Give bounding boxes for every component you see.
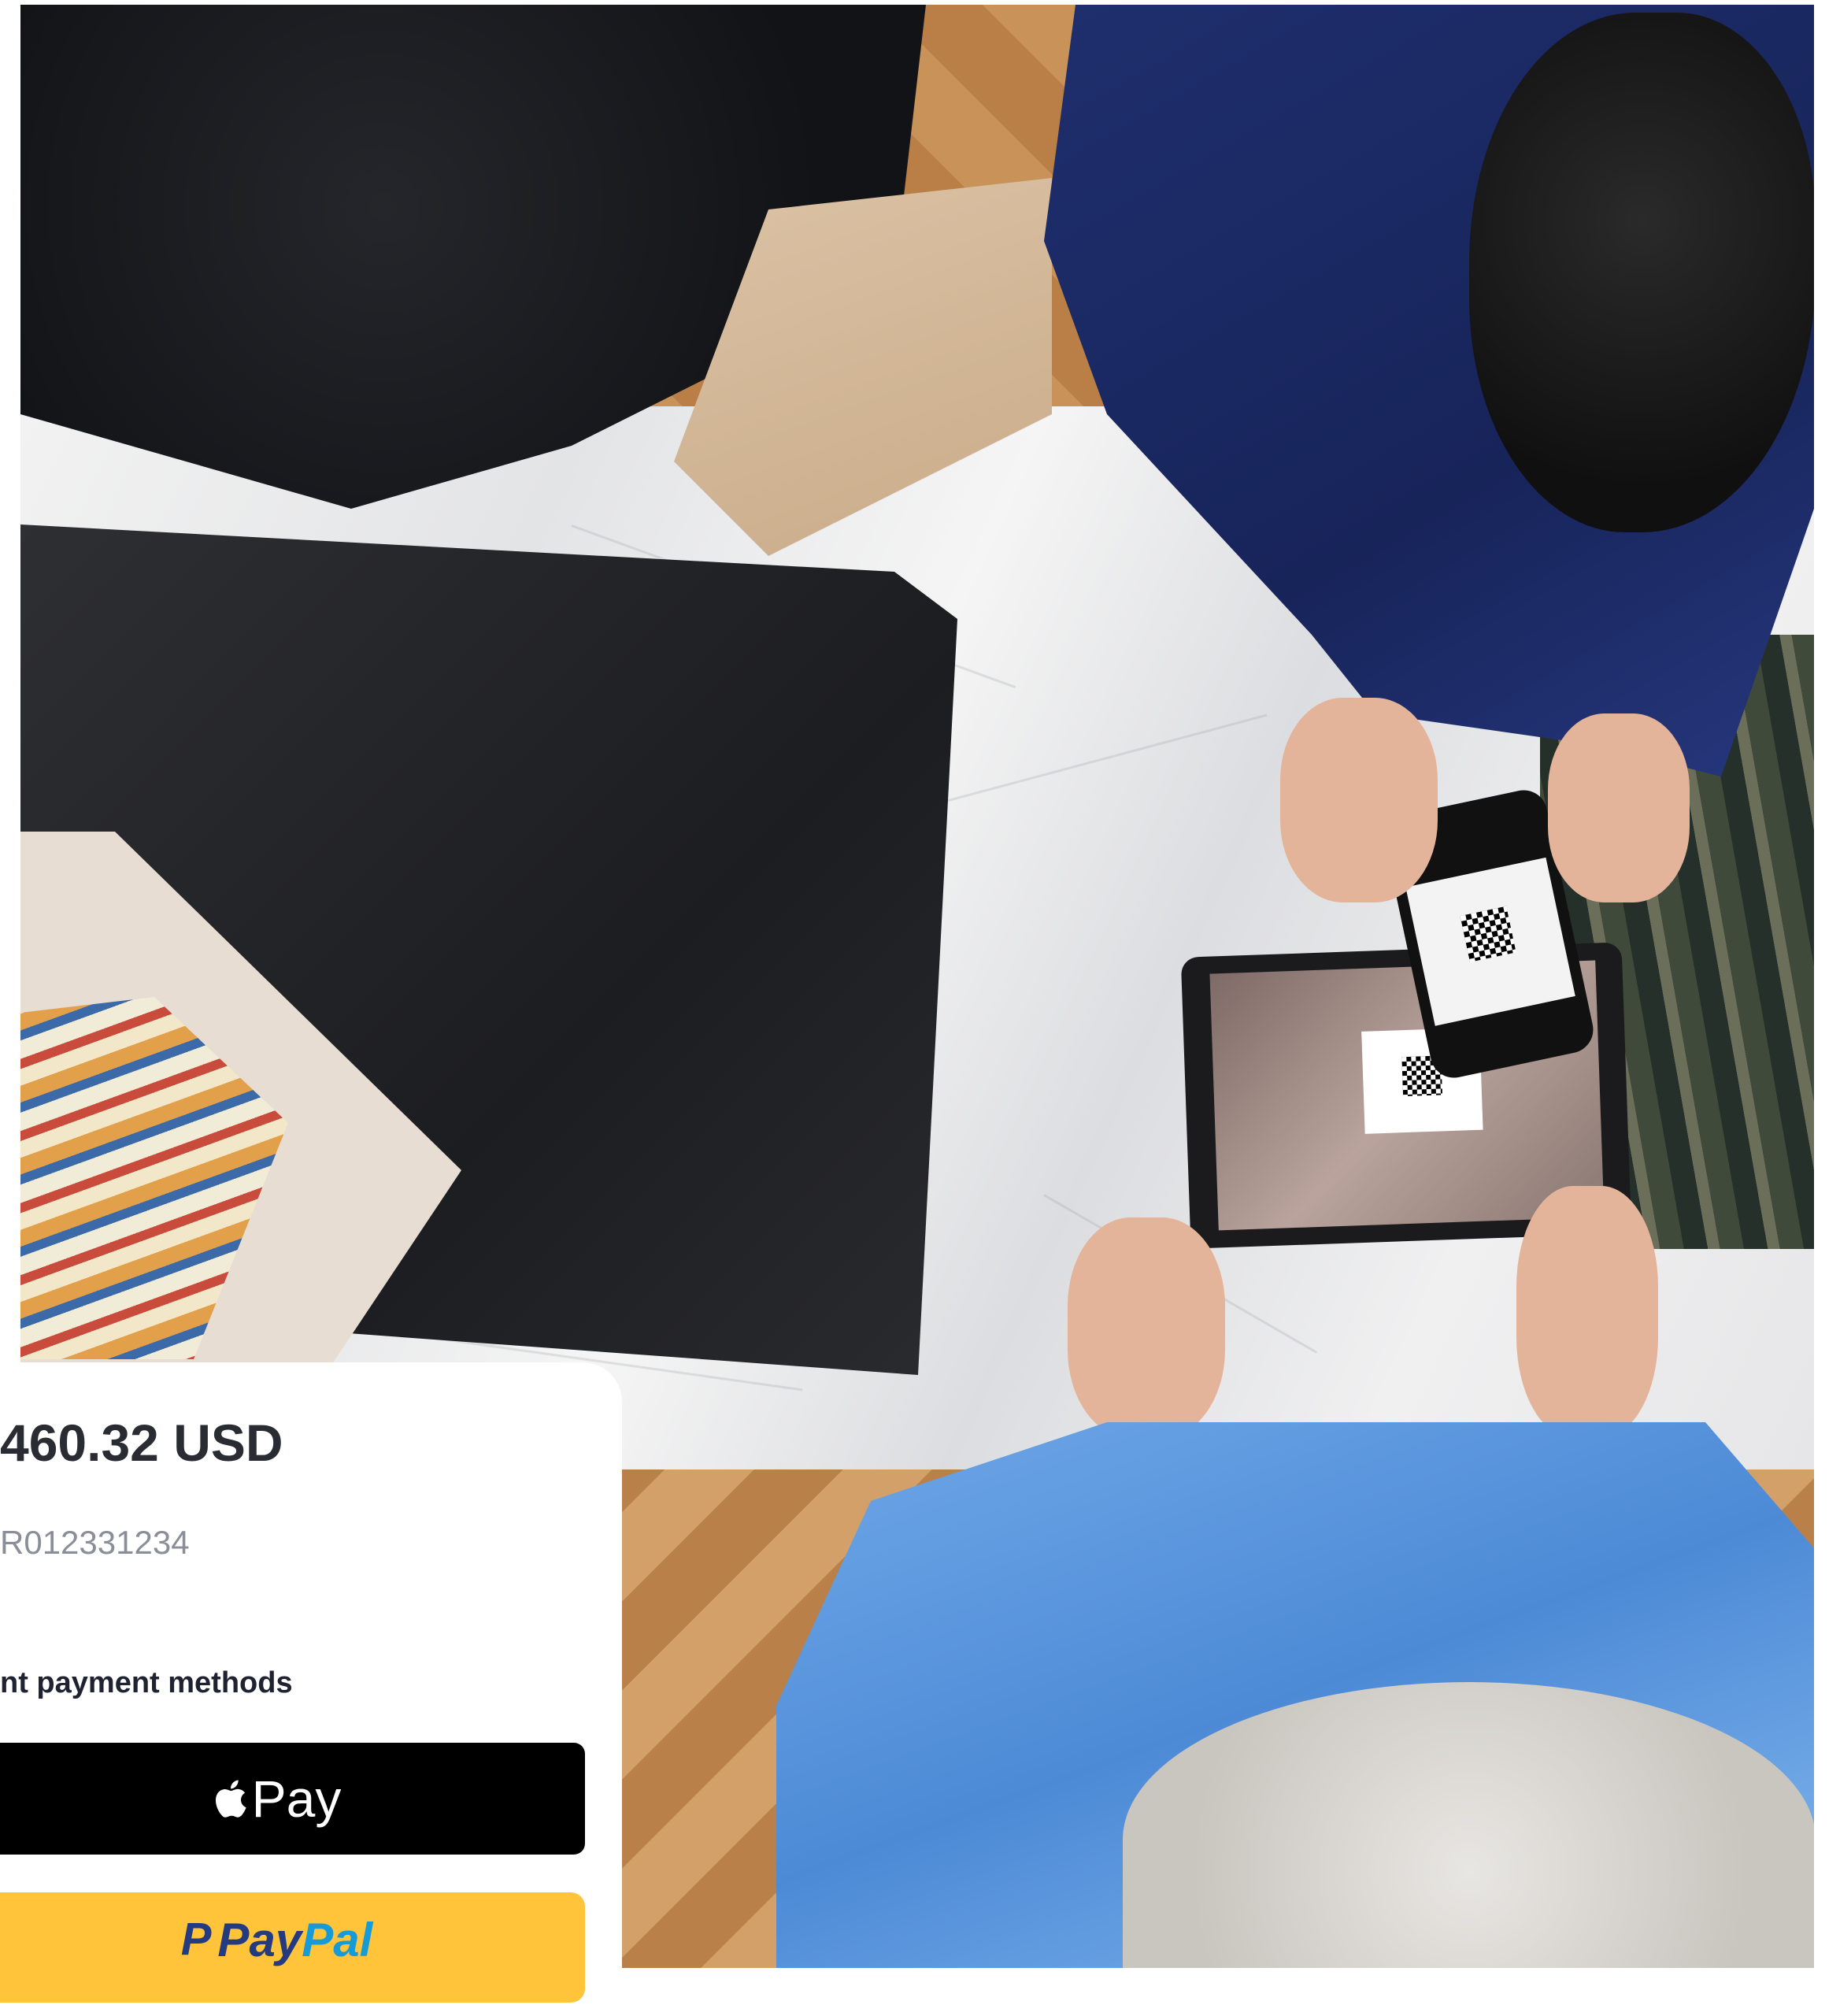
phone-screen — [1405, 857, 1575, 1026]
apple-icon — [215, 1780, 246, 1818]
apple-pay-label: Pay — [251, 1770, 342, 1828]
payment-amount: 460.32 USD — [0, 1414, 283, 1472]
paypal-label-pay: Pay — [217, 1914, 302, 1966]
hand — [1280, 698, 1438, 902]
phone-qr-code-icon — [1460, 906, 1516, 962]
hand — [1068, 1217, 1225, 1438]
apple-pay-button[interactable]: Pay — [0, 1743, 585, 1855]
paypal-icon: P — [180, 1914, 212, 1965]
hand — [1548, 713, 1690, 902]
hand — [1516, 1186, 1658, 1438]
shopper-hair — [1469, 13, 1814, 532]
payment-reference: R012331234 — [0, 1524, 190, 1561]
paypal-label: PayPal — [217, 1913, 372, 1967]
payment-methods-label: nt payment methods — [0, 1666, 293, 1699]
paypal-label-pal: Pal — [302, 1914, 373, 1966]
paypal-button[interactable]: P PayPal — [0, 1892, 585, 2003]
